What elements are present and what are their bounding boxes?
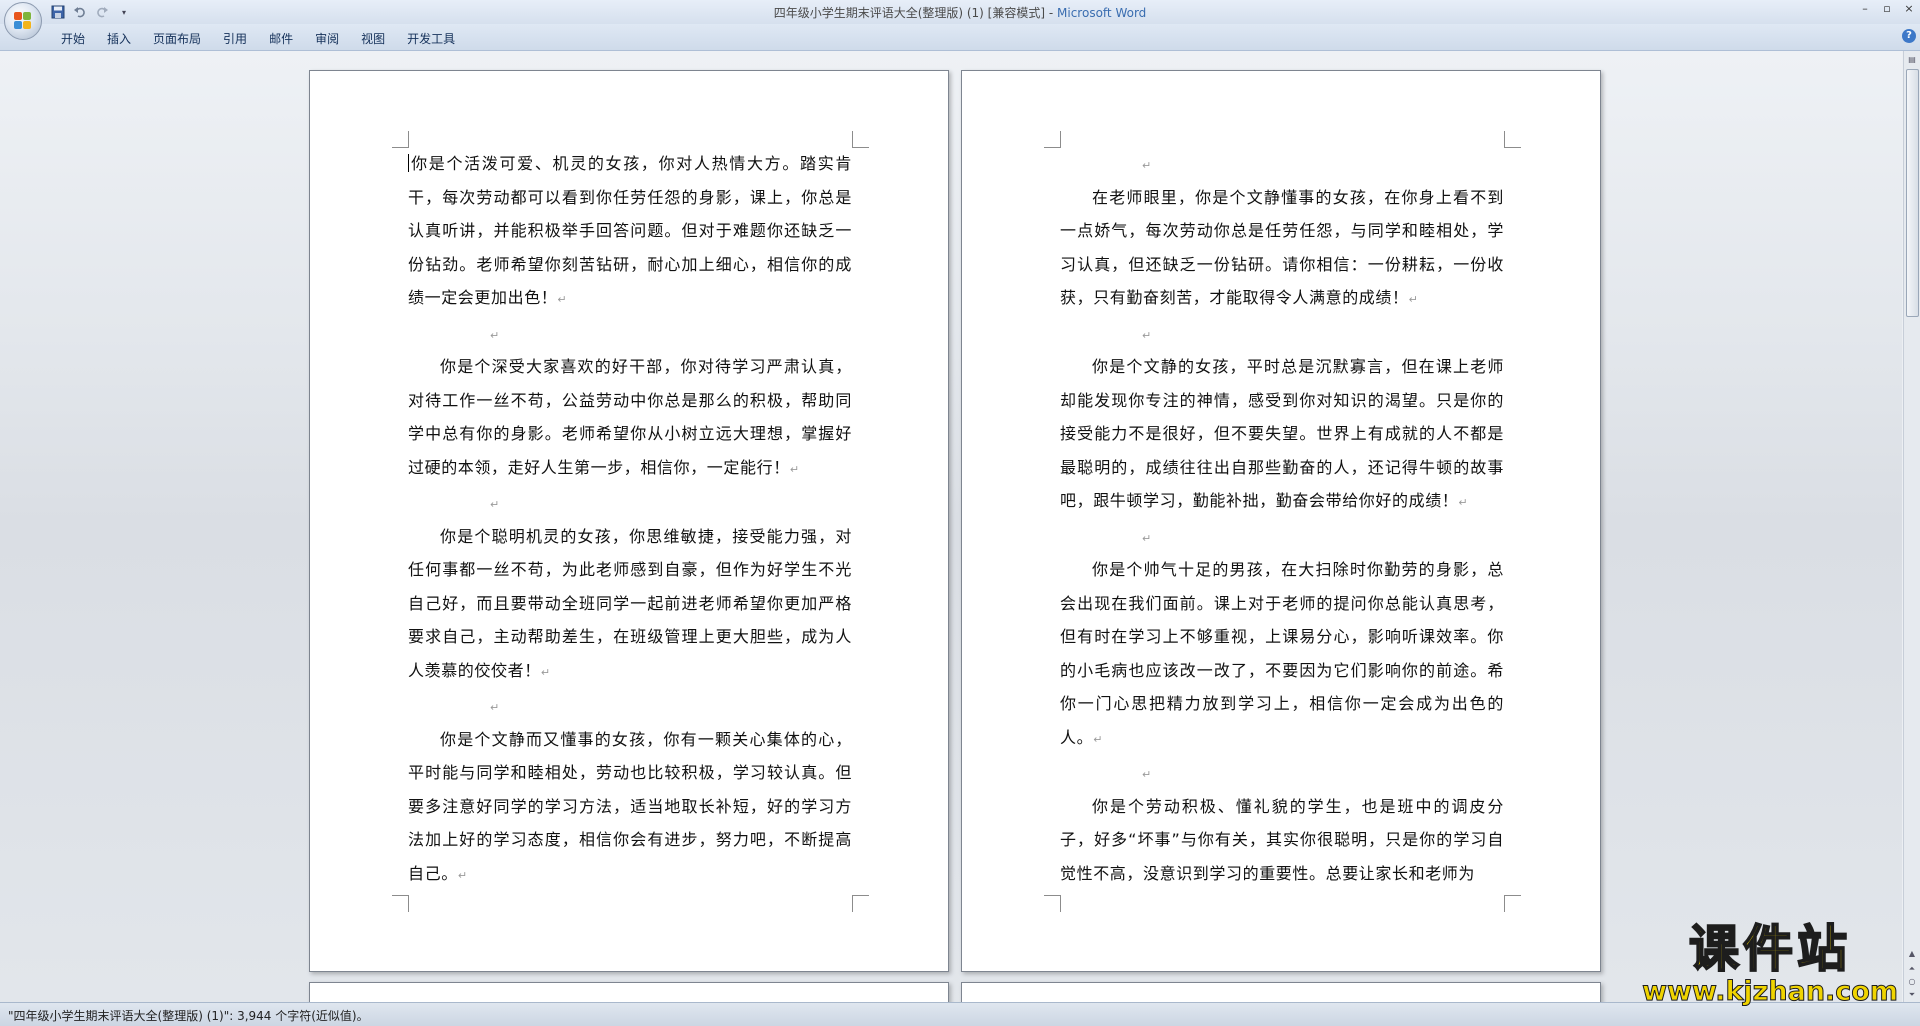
paragraph-mark-icon: ↵ <box>1142 328 1152 342</box>
tab-insert[interactable]: 插入 <box>96 30 142 47</box>
paragraph-mark-icon: ↵ <box>789 462 800 476</box>
page-2-content[interactable]: ↵ 在老师眼里，你是个文静懂事的女孩，在你身上看不到一点娇气，每次劳动你总是任劳任… <box>1060 147 1504 890</box>
empty-paragraph[interactable]: ↵ <box>1060 147 1504 181</box>
next-page-icon[interactable]: ⏷ <box>1905 988 1919 1002</box>
crop-mark <box>1044 131 1061 148</box>
tab-mailings[interactable]: 邮件 <box>258 30 304 47</box>
crop-mark <box>1504 131 1521 148</box>
crop-mark <box>852 131 869 148</box>
page-2[interactable]: ↵ 在老师眼里，你是个文静懂事的女孩，在你身上看不到一点娇气，每次劳动你总是任劳任… <box>961 70 1601 972</box>
watermark-logo: 课件站 <box>1688 919 1852 979</box>
scroll-up-icon[interactable]: ▲ <box>1905 947 1919 961</box>
empty-paragraph[interactable]: ↵ <box>408 689 852 723</box>
crop-mark <box>852 895 869 912</box>
page-1[interactable]: 你是个活泼可爱、机灵的女孩，你对人热情大方。踏实肯干，每次劳动都可以看到你任劳任… <box>309 70 949 972</box>
paragraph-mark-icon: ↵ <box>1408 293 1419 306</box>
paragraph-mark-icon: ↵ <box>557 293 568 306</box>
paragraph-text: 你是个劳动积极、懂礼貌的学生，也是班中的调皮分子，好多“坏事”与你有关，其实你很… <box>1060 796 1504 883</box>
paragraph[interactable]: 你是个聪明机灵的女孩，你思维敏捷，接受能力强，对任何事都一丝不苟，为此老师感到自… <box>408 520 852 690</box>
ruler-toggle-icon[interactable]: ▤ <box>1905 53 1919 67</box>
document-name: 四年级小学生期末评语大全(整理版) (1) [兼容模式] <box>773 6 1046 20</box>
paragraph-text: 你是个聪明机灵的女孩，你思维敏捷，接受能力强，对任何事都一丝不苟，为此老师感到自… <box>408 526 852 680</box>
browse-object-icon[interactable]: ○ <box>1905 975 1919 989</box>
paragraph-mark-icon: ↵ <box>490 498 500 511</box>
tab-page-layout[interactable]: 页面布局 <box>142 30 212 47</box>
paragraph[interactable]: 在老师眼里，你是个文静懂事的女孩，在你身上看不到一点娇气，每次劳动你总是任劳任怨… <box>1060 181 1504 317</box>
document-area[interactable]: 你是个活泼可爱、机灵的女孩，你对人热情大方。踏实肯干，每次劳动都可以看到你任劳任… <box>0 51 1902 1002</box>
paragraph-mark-icon: ↵ <box>1142 531 1152 545</box>
tab-home[interactable]: 开始 <box>50 30 96 47</box>
help-icon[interactable]: ? <box>1902 29 1916 43</box>
tab-references[interactable]: 引用 <box>212 30 258 47</box>
paragraph[interactable]: 你是个劳动积极、懂礼貌的学生，也是班中的调皮分子，好多“坏事”与你有关，其实你很… <box>1060 790 1504 891</box>
paragraph-text: 你是个帅气十足的男孩，在大扫除时你勤劳的身影，总会出现在我们面前。课上对于老师的… <box>1060 560 1504 747</box>
empty-paragraph[interactable]: ↵ <box>1060 520 1504 554</box>
scrollbar-thumb[interactable] <box>1906 69 1919 317</box>
vertical-scrollbar[interactable]: ▤ ▲ ⏶ ○ ⏷ <box>1903 51 1920 1002</box>
empty-paragraph[interactable]: ↵ <box>1060 756 1504 790</box>
minimize-icon[interactable]: – <box>1858 2 1872 15</box>
empty-paragraph[interactable]: ↵ <box>1060 317 1504 351</box>
paragraph[interactable]: 你是个文静而又懂事的女孩，你有一颗关心集体的心，平时能与同学和睦相处，劳动也比较… <box>408 723 852 893</box>
crop-mark <box>392 131 409 148</box>
title-bar: ▾ 四年级小学生期末评语大全(整理版) (1) [兼容模式] - Microso… <box>0 0 1920 24</box>
paragraph-text: 你是个文静的女孩，平时总是沉默寡言，但在课上老师却能发现你专注的神情，感受到你对… <box>1060 357 1504 510</box>
paragraph-text: 你是个深受大家喜欢的好干部，你对待学习严肃认真，对待工作一丝不苟，公益劳动中你总… <box>408 357 852 477</box>
paragraph-mark-icon: ↵ <box>1142 159 1152 172</box>
crop-mark <box>1044 895 1061 912</box>
page-4[interactable] <box>961 982 1601 1002</box>
empty-paragraph[interactable]: ↵ <box>408 317 852 351</box>
window-controls: – ▫ × <box>1858 2 1916 15</box>
tab-developer[interactable]: 开发工具 <box>396 30 466 47</box>
paragraph-mark-icon: ↵ <box>490 328 500 342</box>
watermark: 课件站 www.kjzhan.com <box>1642 919 1899 1007</box>
paragraph-text: 你是个活泼可爱、机灵的女孩，你对人热情大方。踏实肯干，每次劳动都可以看到你任劳任… <box>408 154 852 307</box>
close-icon[interactable]: × <box>1902 2 1916 15</box>
paragraph-mark-icon: ↵ <box>457 868 468 882</box>
empty-paragraph[interactable]: ↵ <box>408 486 852 520</box>
maximize-icon[interactable]: ▫ <box>1880 2 1894 15</box>
watermark-url: www.kjzhan.com <box>1642 976 1899 1007</box>
paragraph[interactable]: 你是个帅气十足的男孩，在大扫除时你勤劳的身影，总会出现在我们面前。课上对于老师的… <box>1060 553 1504 756</box>
tab-review[interactable]: 审阅 <box>304 30 350 47</box>
ribbon: 开始 插入 页面布局 引用 邮件 审阅 视图 开发工具 ? <box>0 24 1920 51</box>
paragraph[interactable]: 你是个文静的女孩，平时总是沉默寡言，但在课上老师却能发现你专注的神情，感受到你对… <box>1060 350 1504 520</box>
page-1-content[interactable]: 你是个活泼可爱、机灵的女孩，你对人热情大方。踏实肯干，每次劳动都可以看到你任劳任… <box>408 147 852 892</box>
paragraph-mark-icon: ↵ <box>490 701 500 714</box>
paragraph-mark-icon: ↵ <box>1142 768 1152 781</box>
paragraph[interactable]: 你是个深受大家喜欢的好干部，你对待学习严肃认真，对待工作一丝不苟，公益劳动中你总… <box>408 350 852 486</box>
crop-mark <box>392 895 409 912</box>
app-name: Microsoft Word <box>1057 6 1147 20</box>
tab-view[interactable]: 视图 <box>350 30 396 47</box>
status-bar: "四年级小学生期末评语大全(整理版) (1)": 3,944 个字符(近似值)。 <box>0 1002 1920 1026</box>
status-text: "四年级小学生期末评语大全(整理版) (1)": 3,944 个字符(近似值)。 <box>8 1009 369 1023</box>
paragraph[interactable]: 你是个活泼可爱、机灵的女孩，你对人热情大方。踏实肯干，每次劳动都可以看到你任劳任… <box>408 147 852 317</box>
paragraph-mark-icon: ↵ <box>1458 496 1469 509</box>
crop-mark <box>1504 895 1521 912</box>
paragraph-text: 你是个文静而又懂事的女孩，你有一颗关心集体的心，平时能与同学和睦相处，劳动也比较… <box>408 729 852 883</box>
title-separator: - <box>1045 6 1058 20</box>
paragraph-mark-icon: ↵ <box>540 665 551 679</box>
ribbon-tabs: 开始 插入 页面布局 引用 邮件 审阅 视图 开发工具 <box>50 30 466 47</box>
prev-page-icon[interactable]: ⏶ <box>1905 962 1919 976</box>
office-logo-icon <box>14 12 32 30</box>
page-3[interactable] <box>309 982 949 1002</box>
paragraph-mark-icon: ↵ <box>1093 732 1104 746</box>
text-caret <box>408 154 409 172</box>
paragraph-text: 在老师眼里，你是个文静懂事的女孩，在你身上看不到一点娇气，每次劳动你总是任劳任怨… <box>1060 187 1504 308</box>
window-title: 四年级小学生期末评语大全(整理版) (1) [兼容模式] - Microsoft… <box>0 4 1920 21</box>
office-button[interactable] <box>4 2 42 40</box>
